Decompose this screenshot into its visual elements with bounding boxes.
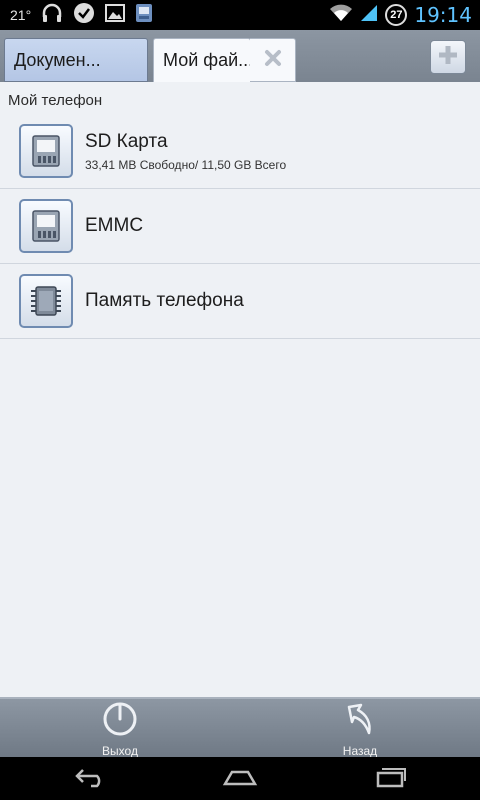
back-button[interactable]: Назад [300,699,420,759]
navigation-bar [0,757,480,800]
plus-icon [436,43,460,72]
back-arrow-icon [341,701,379,742]
tab-bar: Докумен... Мой фай... [0,30,480,82]
temperature-text: 21° [10,7,32,23]
memory-chip-icon [19,274,73,328]
storage-item-title: EMMC [85,215,144,236]
storage-item-phone-memory[interactable]: Память телефона [0,264,480,339]
section-title: Мой телефон [8,92,103,109]
check-circle-icon [73,2,95,29]
back-label: Назад [342,743,378,758]
storage-item-sd-card[interactable]: SD Карта 33,41 MB Свободно/ 11,50 GB Все… [0,114,480,189]
close-icon [263,48,283,73]
storage-list: SD Карта 33,41 MB Свободно/ 11,50 GB Все… [0,114,480,339]
storage-item-title: SD Карта [85,130,168,152]
status-bar: 21° 27 19:14 [0,0,480,30]
sd-card-icon [135,3,153,28]
clock: 19:14 [414,3,472,27]
headphones-icon [41,3,63,28]
storage-item-title: Память телефона [85,290,244,311]
close-tab-button[interactable] [250,38,296,82]
nav-back-button[interactable] [70,765,110,793]
bottom-toolbar: Выход Назад [0,697,480,759]
recent-apps-icon [372,766,408,793]
image-icon [105,3,126,27]
tab-my-files[interactable]: Мой фай... [153,38,251,82]
sd-card-icon [19,124,73,178]
storage-item-emmc[interactable]: EMMC [0,189,480,264]
battery-badge: 27 [385,4,408,26]
back-icon [73,766,107,793]
exit-label: Выход [102,743,138,758]
power-icon [101,701,139,742]
home-icon [222,766,258,793]
storage-item-subtitle: 33,41 MB Свободно/ 11,50 GB Всего [85,157,287,172]
signal-icon [360,4,378,27]
nav-recent-apps-button[interactable] [370,765,410,793]
nav-home-button[interactable] [220,765,260,793]
sd-card-icon [19,199,73,253]
exit-button[interactable]: Выход [60,699,180,759]
status-bar-system: 27 19:14 [329,3,480,27]
wifi-icon [329,4,353,27]
tab-documents[interactable]: Докумен... [4,38,148,82]
status-bar-notifications: 21° [0,2,153,29]
add-tab-button[interactable] [430,40,466,74]
